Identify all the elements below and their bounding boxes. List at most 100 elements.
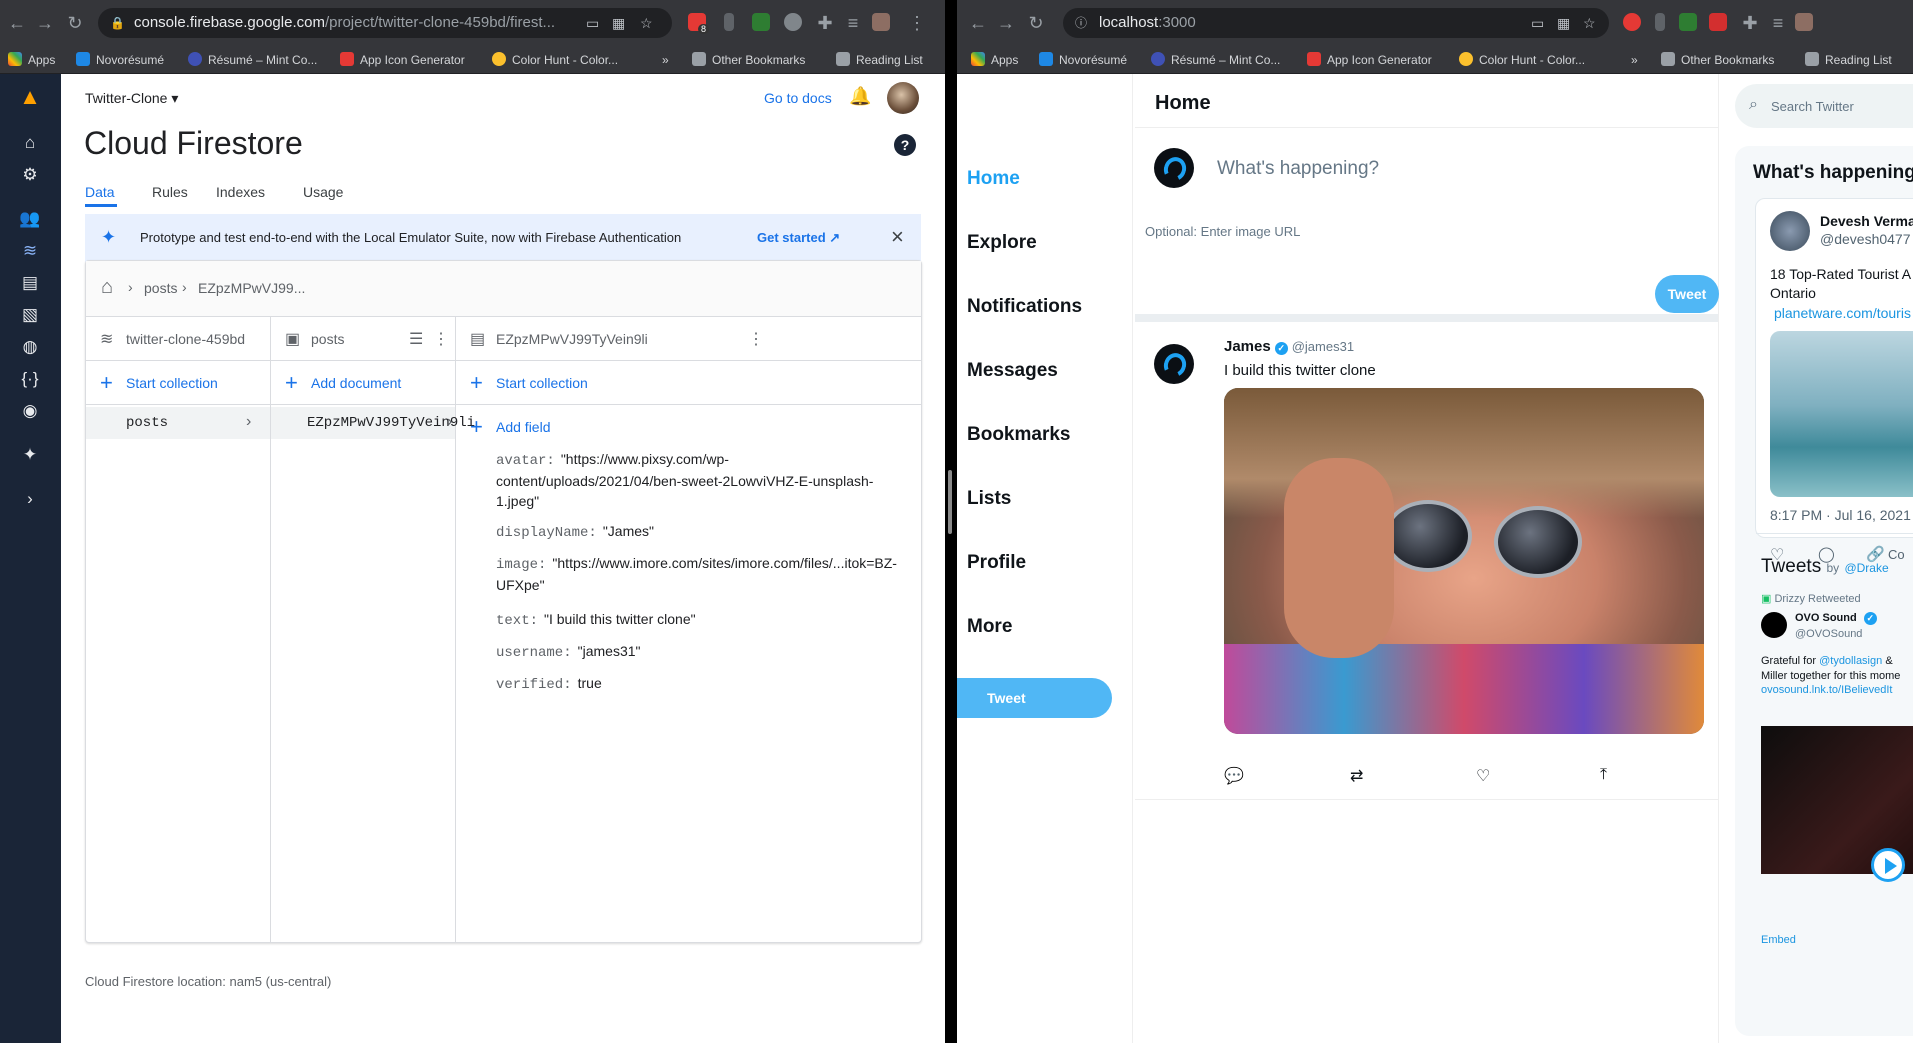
timeline-handle[interactable]: @OVOSound [1795,628,1862,640]
address-bar[interactable]: ⓘ localhost:3000 ▭ ▦ ☆ [1063,8,1609,38]
field-verified[interactable]: verified: true [496,673,876,695]
sidebar-item-more[interactable]: More [967,616,1012,638]
embed-link[interactable]: Embed [1761,934,1796,946]
close-icon[interactable]: × [891,224,904,250]
ml-icon[interactable]: ◉ [17,398,43,424]
retweet-icon[interactable]: ⇄ [1350,766,1363,786]
extension-react-icon[interactable] [784,13,802,31]
sidebar-item-profile[interactable]: Profile [967,552,1026,574]
timeline-author[interactable]: OVO Sound ✓ [1795,612,1877,625]
bookmark-apps[interactable]: Apps [8,52,55,68]
bookmark-color-hunt[interactable]: Color Hunt - Color... [492,52,618,68]
post-author[interactable]: James ✓ @james31 [1224,338,1354,355]
profile-avatar-icon[interactable] [872,13,890,31]
authentication-icon[interactable]: 👥 [17,206,43,232]
forward-icon[interactable]: → [993,10,1019,36]
embed-timestamp[interactable]: 8:17 PM · Jul 16, 2021 [1770,507,1911,523]
reload-icon[interactable]: ↻ [62,10,88,36]
reload-icon[interactable]: ↻ [1023,10,1049,36]
profile-avatar-icon[interactable] [1795,13,1813,31]
storage-icon[interactable]: ▧ [17,302,43,328]
qr-icon[interactable]: ▦ [1557,8,1570,38]
bookmark-resume-mint[interactable]: Résumé – Mint Co... [188,52,317,68]
sidebar-item-lists[interactable]: Lists [967,488,1011,510]
go-to-docs-link[interactable]: Go to docs [764,90,832,106]
embed-photo[interactable] [1770,331,1913,497]
cast-icon[interactable]: ▭ [586,8,599,38]
cast-icon[interactable]: ▭ [1531,8,1544,38]
embed-author[interactable]: Devesh Verma [1820,213,1913,229]
window-divider[interactable] [945,0,957,1043]
tab-rules[interactable]: Rules [152,184,188,200]
search-input[interactable]: Search Twitter [1771,99,1854,114]
extension-tree-icon[interactable] [752,13,770,31]
hosting-icon[interactable]: ◍ [17,334,43,360]
account-avatar[interactable] [887,82,919,114]
search-twitter[interactable]: ⌕ Search Twitter [1735,84,1913,128]
bookmarks-overflow[interactable]: » [662,52,669,68]
share-icon[interactable]: ⤒ [1600,766,1607,784]
sidebar-item-bookmarks[interactable]: Bookmarks [967,424,1071,446]
notifications-bell-icon[interactable]: 🔔 [849,86,871,107]
get-started-link[interactable]: Get started ↗ [757,230,840,246]
bookmark-app-icon-generator[interactable]: App Icon Generator [340,52,465,68]
add-document-button[interactable]: + Add document [271,361,455,405]
star-icon[interactable]: ☆ [640,8,653,38]
back-icon[interactable]: ← [4,10,30,36]
expand-chevron-icon[interactable]: › [17,486,43,512]
field-username[interactable]: username: "james31" [496,641,876,663]
bookmark-app-icon-generator[interactable]: App Icon Generator [1307,52,1432,68]
root-home-icon[interactable]: ⌂ [101,276,113,299]
sidebar-item-home[interactable]: Home [967,168,1020,190]
image-url-input[interactable]: Optional: Enter image URL [1145,224,1300,239]
field-text[interactable]: text: "I build this twitter clone" [496,609,876,631]
field-avatar[interactable]: avatar: "https://www.pixsy.com/wp-content… [496,449,876,511]
add-field-button[interactable]: + Add field [456,405,922,449]
sidebar-item-explore[interactable]: Explore [967,232,1037,254]
breadcrumb-document[interactable]: EZpzMPwVJ99... [198,280,305,296]
filter-icon[interactable]: ☰ [409,329,423,349]
tweet-text-input[interactable]: What's happening? [1217,158,1379,180]
back-icon[interactable]: ← [965,10,991,36]
extension-red-icon[interactable] [1709,13,1727,31]
forward-icon[interactable]: → [32,10,58,36]
divider-grip[interactable] [948,470,952,534]
home-icon[interactable]: ⌂ [17,130,43,156]
reading-list-icon[interactable]: ≡ [1765,10,1791,36]
like-heart-icon[interactable]: ♡ [1476,766,1490,786]
realtime-database-icon[interactable]: ▤ [17,270,43,296]
qr-icon[interactable]: ▦ [612,8,625,38]
embed-handle[interactable]: @devesh0477 [1820,231,1911,247]
post-image[interactable] [1224,388,1704,734]
star-icon[interactable]: ☆ [1583,8,1596,38]
list-item[interactable]: EZpzMPwVJ99TyVein9li › [271,407,475,439]
firebase-logo-icon[interactable]: ▲ [17,84,43,110]
bookmark-resume-mint[interactable]: Résumé – Mint Co... [1151,52,1280,68]
more-vert-icon[interactable]: ⋮ [433,329,449,349]
list-item[interactable]: posts › [86,407,270,439]
bookmarks-overflow[interactable]: » [1631,52,1638,68]
timeline-link[interactable]: ovosound.lnk.to/IBelievedIt [1761,684,1892,696]
tab-data[interactable]: Data [85,184,115,200]
settings-gear-icon[interactable]: ⚙ [17,162,43,188]
reply-icon[interactable]: 💬 [1224,766,1244,786]
menu-kebab-icon[interactable]: ⋮ [904,10,930,36]
sidebar-item-messages[interactable]: Messages [967,360,1058,382]
extension-bottle-icon[interactable] [724,13,734,31]
bookmark-other[interactable]: Other Bookmarks [692,52,805,68]
field-image[interactable]: image: "https://www.imore.com/sites/imore… [496,553,897,595]
tab-usage[interactable]: Usage [303,184,343,200]
sidebar-item-notifications[interactable]: Notifications [967,296,1082,318]
bookmark-color-hunt[interactable]: Color Hunt - Color... [1459,52,1585,68]
extensions-icon[interactable]: ✦ [17,442,43,468]
timeline-owner-link[interactable]: @Drake [1844,561,1888,575]
bookmark-reading-list[interactable]: Reading List [1805,52,1892,68]
extensions-puzzle-icon[interactable]: ✚ [812,10,838,36]
sidebar-tweet-button[interactable]: Tweet [957,678,1112,718]
embedded-tweet-card[interactable]: Devesh Verma @devesh0477 18 Top-Rated To… [1755,198,1913,564]
start-collection-button[interactable]: + Start collection [86,361,270,405]
play-icon[interactable] [1871,848,1905,882]
extension-shield-icon[interactable] [1623,13,1641,31]
post-avatar[interactable] [1154,344,1194,384]
avatar[interactable] [1770,211,1810,251]
